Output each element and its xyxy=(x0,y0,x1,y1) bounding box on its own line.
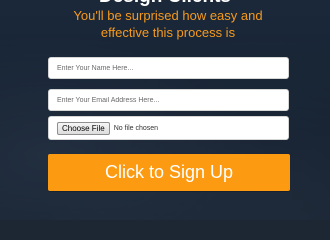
name-input[interactable] xyxy=(48,57,289,79)
file-upload-field: Choose File No file chosen xyxy=(48,116,289,140)
email-input[interactable] xyxy=(48,89,289,111)
form-subline: You'll be surprised how easy and effecti… xyxy=(73,8,263,40)
file-status-text: No file chosen xyxy=(113,124,159,132)
signup-form: Design Clients You'll be surprised how e… xyxy=(0,0,330,220)
choose-file-button[interactable]: Choose File xyxy=(57,121,110,135)
sign-up-button[interactable]: Click to Sign Up xyxy=(48,154,290,191)
